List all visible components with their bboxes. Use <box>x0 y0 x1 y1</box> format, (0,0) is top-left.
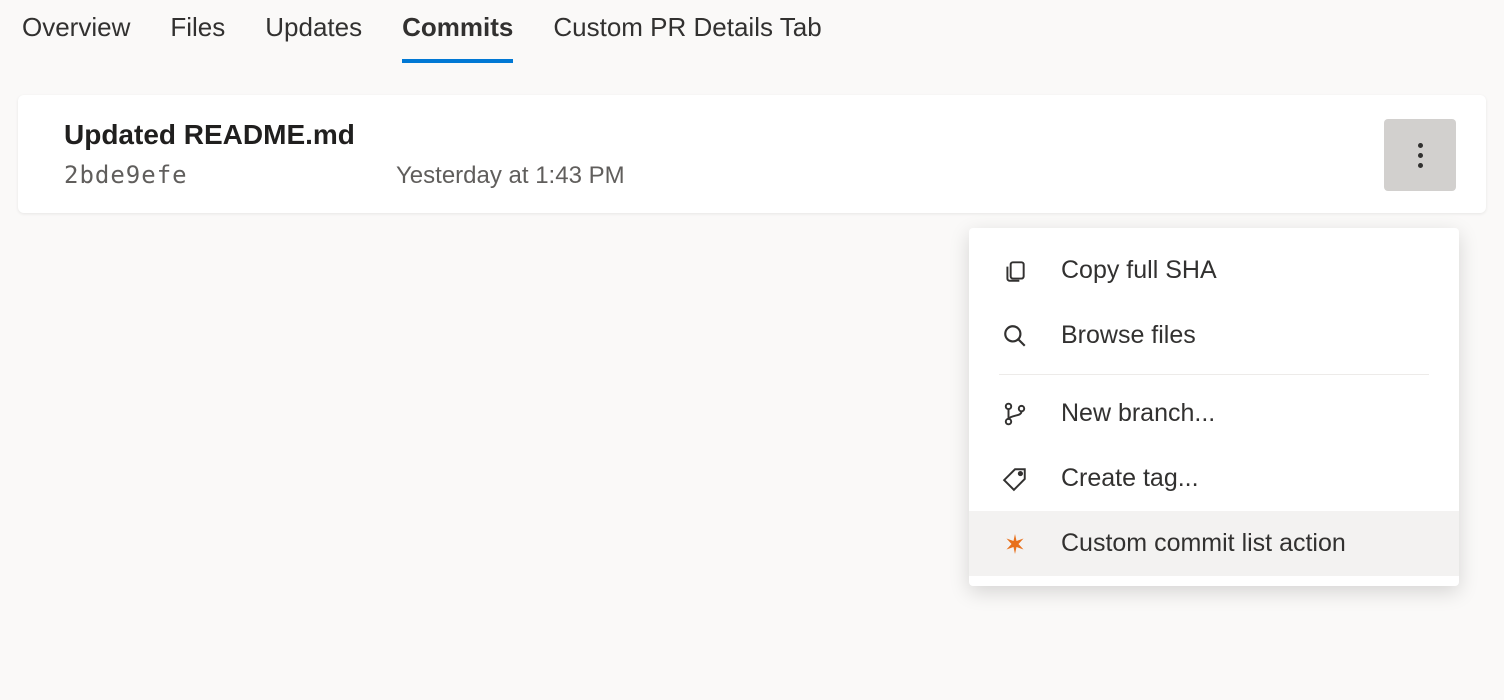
search-icon <box>1001 322 1029 350</box>
tab-updates[interactable]: Updates <box>265 12 362 63</box>
tab-overview[interactable]: Overview <box>22 12 130 63</box>
commit-row[interactable]: Updated README.md 2bde9efe Yesterday at … <box>18 95 1486 213</box>
commit-meta: 2bde9efe Yesterday at 1:43 PM <box>64 161 1384 190</box>
commit-sha: 2bde9efe <box>64 161 396 189</box>
menu-custom-commit-action[interactable]: Custom commit list action <box>969 511 1459 576</box>
commit-info: Updated README.md 2bde9efe Yesterday at … <box>64 119 1384 190</box>
tab-commits[interactable]: Commits <box>402 12 513 63</box>
menu-divider <box>999 374 1429 375</box>
menu-label: Browse files <box>1061 321 1196 350</box>
menu-copy-sha[interactable]: Copy full SHA <box>969 238 1459 303</box>
pr-tabs: Overview Files Updates Commits Custom PR… <box>0 0 1504 63</box>
menu-label: Custom commit list action <box>1061 529 1346 558</box>
branch-icon <box>1001 400 1029 428</box>
more-vertical-icon <box>1418 143 1423 168</box>
tab-custom-pr-details[interactable]: Custom PR Details Tab <box>553 12 821 63</box>
tag-icon <box>1001 465 1029 493</box>
menu-label: New branch... <box>1061 399 1215 428</box>
commit-title: Updated README.md <box>64 119 1384 151</box>
menu-browse-files[interactable]: Browse files <box>969 303 1459 368</box>
asterisk-icon <box>1001 530 1029 558</box>
copy-icon <box>1001 257 1029 285</box>
menu-new-branch[interactable]: New branch... <box>969 381 1459 446</box>
tab-files[interactable]: Files <box>170 12 225 63</box>
more-actions-button[interactable] <box>1384 119 1456 191</box>
menu-label: Create tag... <box>1061 464 1199 493</box>
commit-context-menu: Copy full SHA Browse files New branch... <box>969 228 1459 586</box>
commit-time: Yesterday at 1:43 PM <box>396 162 625 190</box>
menu-label: Copy full SHA <box>1061 256 1217 285</box>
menu-create-tag[interactable]: Create tag... <box>969 446 1459 511</box>
